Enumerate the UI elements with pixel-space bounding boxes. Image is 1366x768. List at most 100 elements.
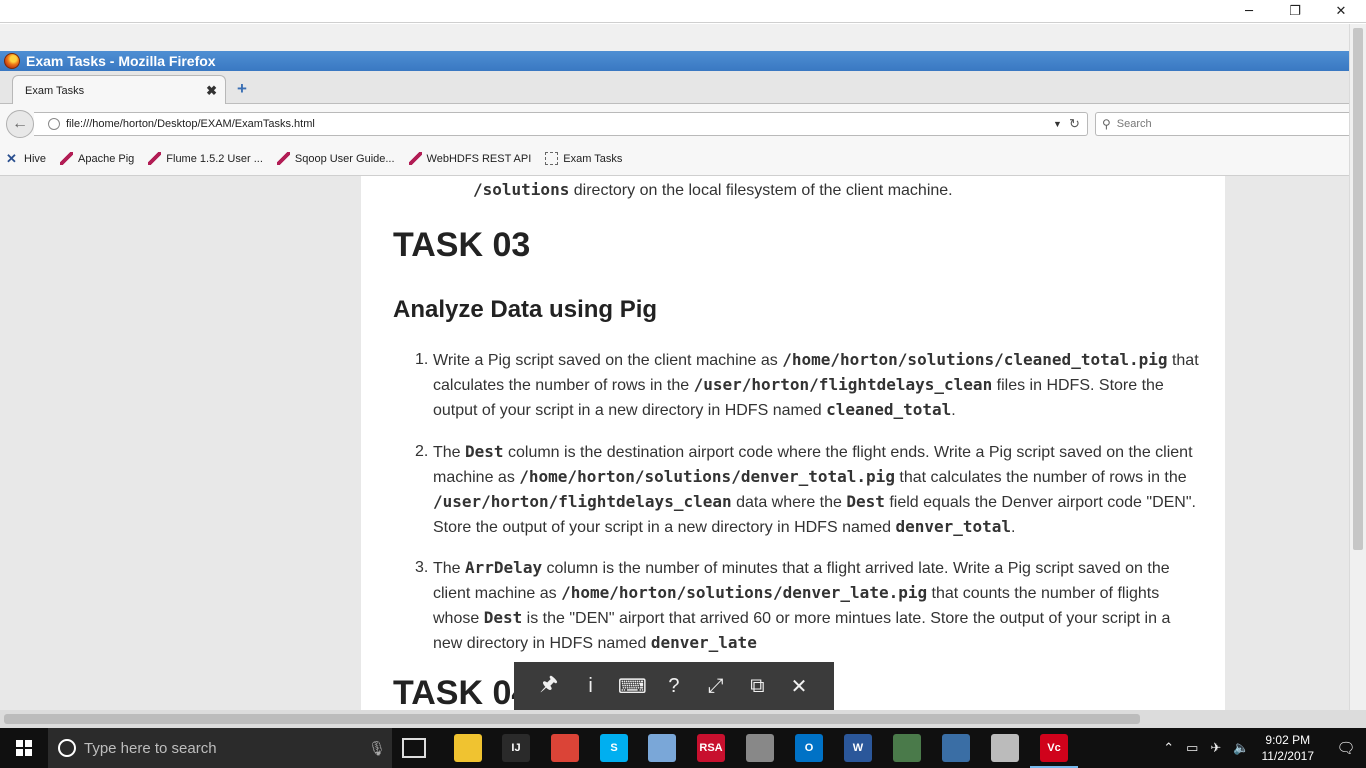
inline-code: denver_total	[895, 517, 1012, 536]
bookmark-exam-tasks[interactable]: Exam Tasks	[545, 152, 622, 165]
inline-code: denver_late	[650, 633, 757, 652]
back-button[interactable]: ←	[6, 110, 34, 138]
inline-code: /user/horton/flightdelays_clean	[433, 492, 732, 511]
globe-icon	[48, 118, 60, 130]
window-title: Exam Tasks - Mozilla Firefox	[26, 53, 216, 69]
text-run: data where the	[731, 494, 847, 511]
back-arrow-icon: ←	[12, 115, 28, 132]
taskbar-search[interactable]: Type here to search 🎙	[48, 728, 392, 768]
close-icon[interactable]: ✕	[785, 672, 813, 700]
bookmark-label: Hive	[24, 152, 47, 165]
item-number: 3.	[415, 559, 429, 576]
minimize-button[interactable]: ─	[1226, 0, 1272, 22]
file-explorer-icon[interactable]	[454, 734, 482, 762]
item-number: 1.	[415, 351, 429, 368]
firefox-icon	[4, 53, 20, 69]
page-content: /solutions directory on the local filesy…	[361, 176, 1225, 710]
fullscreen-icon[interactable]: ⤢	[702, 672, 730, 700]
inline-code: ArrDelay	[465, 558, 543, 577]
search-icon: ⚲	[1102, 117, 1111, 131]
firefox-titlebar: Exam Tasks - Mozilla Firefox	[0, 51, 1349, 71]
page-icon	[545, 152, 559, 165]
bookmark-hive[interactable]: ✕ Hive	[6, 152, 46, 165]
task-item-3: 3. The ArrDelay column is the number of …	[401, 556, 1201, 656]
bookmark-label: Exam Tasks	[563, 152, 623, 165]
item-number: 2.	[415, 443, 429, 460]
task-view-icon[interactable]	[402, 738, 426, 758]
bookmark-label: Apache Pig	[78, 152, 135, 165]
vc-icon[interactable]: Vc	[1030, 734, 1078, 768]
outlook-icon[interactable]: O	[795, 734, 823, 762]
inline-code: cleaned_total	[826, 400, 952, 419]
intellij-icon[interactable]: IJ	[502, 734, 530, 762]
skype-icon[interactable]: S	[600, 734, 628, 762]
bookmark-sqoop[interactable]: Sqoop User Guide...	[276, 152, 395, 165]
clock-time: 9:02 PM	[1265, 733, 1311, 747]
item-body: The ArrDelay column is the number of min…	[433, 556, 1201, 656]
chevron-down-icon[interactable]: ▼	[1053, 119, 1069, 129]
restore-button[interactable]: ❐	[1272, 0, 1318, 22]
vertical-scrollbar[interactable]	[1349, 24, 1366, 710]
inline-code: /solutions	[473, 180, 570, 199]
tab-close-icon[interactable]: ✖	[206, 83, 217, 99]
bookmark-webhdfs[interactable]: WebHDFS REST API	[408, 152, 531, 165]
microphone-icon[interactable]: 🎙	[362, 740, 392, 757]
word-icon[interactable]: W	[844, 734, 872, 762]
paint-icon[interactable]	[648, 734, 676, 762]
app-circle-icon[interactable]	[746, 734, 774, 762]
clock-date: 11/2/2017	[1261, 749, 1315, 763]
item-body: The Dest column is the destination airpo…	[433, 440, 1201, 540]
info-icon[interactable]: i	[577, 672, 605, 700]
network-icon[interactable]	[942, 734, 970, 762]
keyboard-icon[interactable]: ⌨	[618, 672, 647, 700]
search-input[interactable]: ⚲ Search	[1095, 112, 1349, 136]
text-run: .	[1011, 519, 1016, 536]
section-subheading: Analyze Data using Pig	[393, 296, 658, 323]
airplane-icon[interactable]: ✈	[1210, 740, 1221, 756]
fit-window-icon[interactable]: ⧉	[743, 672, 771, 700]
url-text[interactable]: file:///home/horton/Desktop/EXAM/ExamTas…	[66, 118, 1053, 130]
printer-icon[interactable]	[991, 734, 1019, 762]
remote-window-titlebar: ─ ❐ ✕	[0, 0, 1366, 23]
chevron-up-icon[interactable]: ⌃	[1163, 740, 1174, 756]
inline-code: Dest	[465, 442, 504, 461]
help-icon[interactable]: ?	[660, 672, 688, 700]
url-bar[interactable]: file:///home/horton/Desktop/EXAM/ExamTas…	[34, 112, 1088, 136]
tab-exam-tasks[interactable]: Exam Tasks ✖	[12, 75, 226, 105]
start-button[interactable]	[0, 728, 48, 768]
scrollbar-thumb[interactable]	[4, 714, 1140, 724]
task-item-2: 2. The Dest column is the destination ai…	[401, 440, 1201, 540]
scrollbar-thumb[interactable]	[1353, 28, 1363, 550]
close-button[interactable]: ✕	[1318, 0, 1364, 22]
volume-icon[interactable]: 🔈	[1233, 740, 1249, 756]
taskbar: Type here to search 🎙 IJ S RSA O W Vc ⌃ ▭ ✈ 🔈…	[0, 728, 1366, 768]
reload-icon[interactable]: ↻	[1069, 116, 1087, 132]
pig-icon	[60, 152, 74, 165]
hive-icon: ✕	[6, 151, 17, 166]
tab-label: Exam Tasks	[25, 84, 85, 97]
inline-code: /user/horton/flightdelays_clean	[693, 375, 993, 394]
notification-icon[interactable]: 🗨	[1326, 739, 1366, 757]
inline-code: /home/horton/solutions/denver_late.pig	[561, 583, 928, 602]
bookmark-label: Sqoop User Guide...	[294, 152, 395, 165]
webhdfs-icon	[408, 152, 422, 165]
bookmark-apache-pig[interactable]: Apache Pig	[60, 152, 134, 165]
new-tab-icon[interactable]: +	[233, 80, 251, 98]
clock[interactable]: 9:02 PM 11/2/2017	[1262, 732, 1315, 764]
terminal-icon[interactable]	[893, 734, 921, 762]
inline-code: Dest	[483, 608, 523, 627]
chrome-icon[interactable]	[551, 734, 579, 762]
search-placeholder: Type here to search	[84, 739, 217, 757]
inline-code: /home/horton/solutions/cleaned_total.pig	[782, 350, 1168, 369]
navigation-bar: file:///home/horton/Desktop/EXAM/ExamTas…	[0, 104, 1349, 142]
previous-task-line: /solutions directory on the local filesy…	[473, 180, 953, 200]
horizontal-scrollbar[interactable]	[0, 710, 1366, 728]
bookmarks-toolbar: ✕ Hive Apache Pig Flume 1.5.2 User ... S…	[0, 142, 1349, 176]
page-viewport[interactable]: /solutions directory on the local filesy…	[0, 176, 1349, 710]
pin-icon[interactable]: 🖈	[535, 672, 563, 700]
rsa-icon[interactable]: RSA	[697, 734, 725, 762]
bookmark-flume[interactable]: Flume 1.5.2 User ...	[148, 152, 263, 165]
task-heading: TASK 03	[393, 226, 531, 264]
text-run: The	[433, 444, 466, 461]
battery-icon[interactable]: ▭	[1186, 740, 1198, 756]
